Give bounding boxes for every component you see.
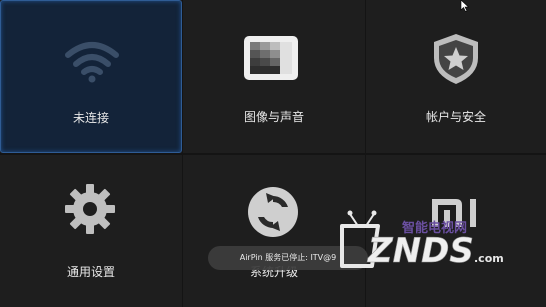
tile-network-label: 未连接 [72, 111, 109, 125]
znds-watermark-logo: 智能电视网 ZNDS .com [340, 210, 504, 271]
tile-display-label: 图像与声音 [243, 110, 304, 124]
tile-network[interactable]: 未连接 [0, 0, 182, 153]
shield-star-icon [434, 34, 478, 84]
watermark-domain: .com [474, 252, 504, 265]
watermark-brand: ZNDS [367, 231, 474, 271]
gear-icon [65, 184, 115, 234]
divider [0, 153, 546, 155]
wifi-icon [65, 42, 119, 83]
tile-display-sound[interactable]: 图像与声音 [183, 0, 365, 153]
refresh-icon [248, 187, 298, 237]
tile-general-settings[interactable]: 通用设置 [0, 155, 182, 307]
tile-account-label: 帐户与安全 [425, 110, 486, 124]
picture-icon [244, 36, 298, 80]
mouse-cursor-icon [460, 0, 470, 12]
tile-general-label: 通用设置 [66, 265, 115, 279]
tile-account-security[interactable]: 帐户与安全 [366, 0, 546, 153]
